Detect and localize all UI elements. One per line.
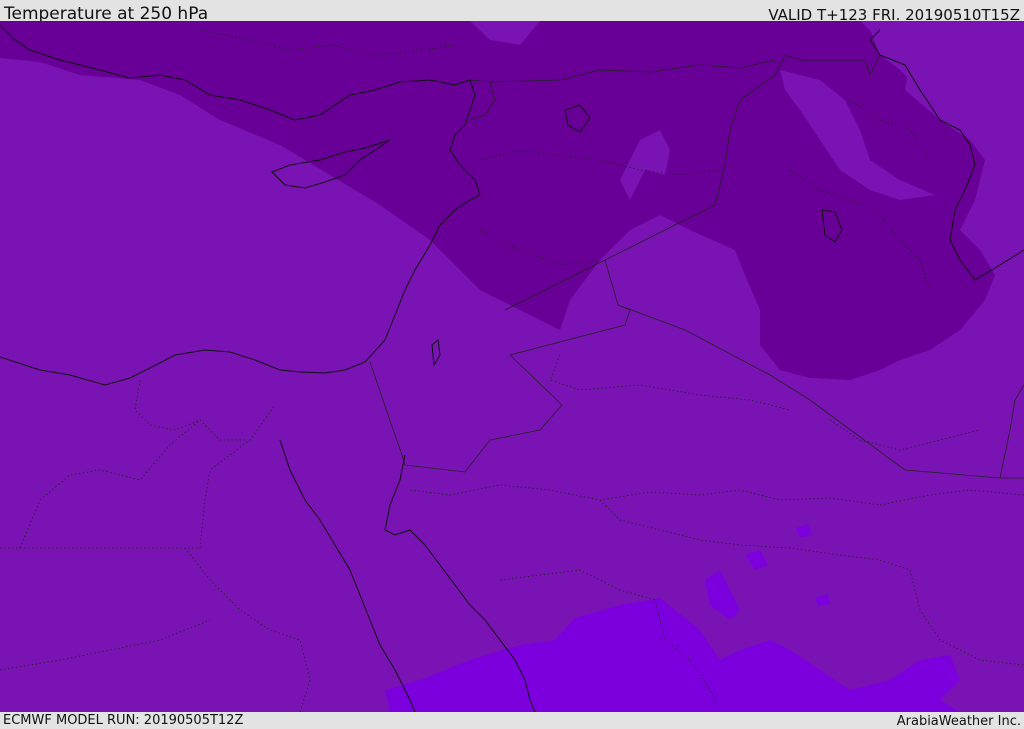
header-bar: Temperature at 250 hPa VALID T+123 FRI. … bbox=[0, 0, 1024, 24]
footer-bar: ECMWF MODEL RUN: 20190505T12Z ArabiaWeat… bbox=[0, 712, 1024, 729]
credit-label: ArabiaWeather Inc. bbox=[896, 714, 1021, 729]
model-run-label: ECMWF MODEL RUN: 20190505T12Z bbox=[3, 713, 244, 728]
temperature-map bbox=[0, 21, 1024, 712]
map-canvas bbox=[0, 21, 1024, 712]
